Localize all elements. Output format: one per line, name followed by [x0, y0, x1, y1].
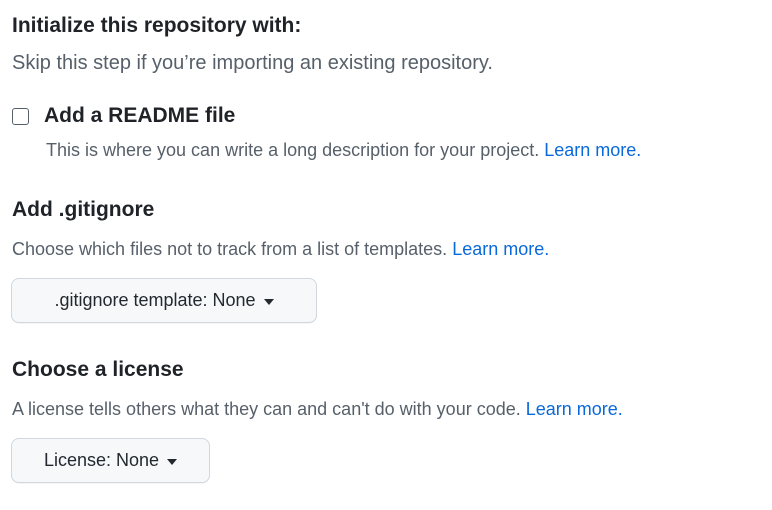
license-learn-more-link[interactable]: Learn more. [526, 399, 623, 419]
readme-checkbox[interactable] [12, 107, 29, 125]
license-description-text: A license tells others what they can and… [12, 399, 521, 419]
gitignore-learn-more-link[interactable]: Learn more. [452, 239, 549, 259]
readme-learn-more-link[interactable]: Learn more. [544, 140, 641, 160]
license-dropdown-label: License: None [43, 450, 160, 470]
caret-down-icon [263, 298, 274, 305]
gitignore-template-dropdown[interactable]: .gitignore template: None [11, 278, 317, 323]
readme-option[interactable]: Add a README file [12, 104, 235, 128]
initialize-subtext: Skip this step if you’re importing an ex… [12, 52, 493, 74]
license-description: A license tells others what they can and… [12, 399, 623, 420]
gitignore-description-text: Choose which files not to track from a l… [12, 239, 448, 259]
license-dropdown[interactable]: License: None [11, 438, 210, 483]
readme-label[interactable]: Add a README file [44, 104, 235, 128]
gitignore-dropdown-label: .gitignore template: None [54, 290, 256, 310]
readme-description: This is where you can write a long descr… [46, 140, 641, 161]
readme-description-text: This is where you can write a long descr… [46, 140, 540, 160]
gitignore-description: Choose which files not to track from a l… [12, 239, 549, 260]
caret-down-icon [167, 458, 178, 465]
license-title: Choose a license [12, 358, 184, 381]
initialize-heading: Initialize this repository with: [12, 14, 302, 37]
gitignore-title: Add .gitignore [12, 198, 155, 221]
